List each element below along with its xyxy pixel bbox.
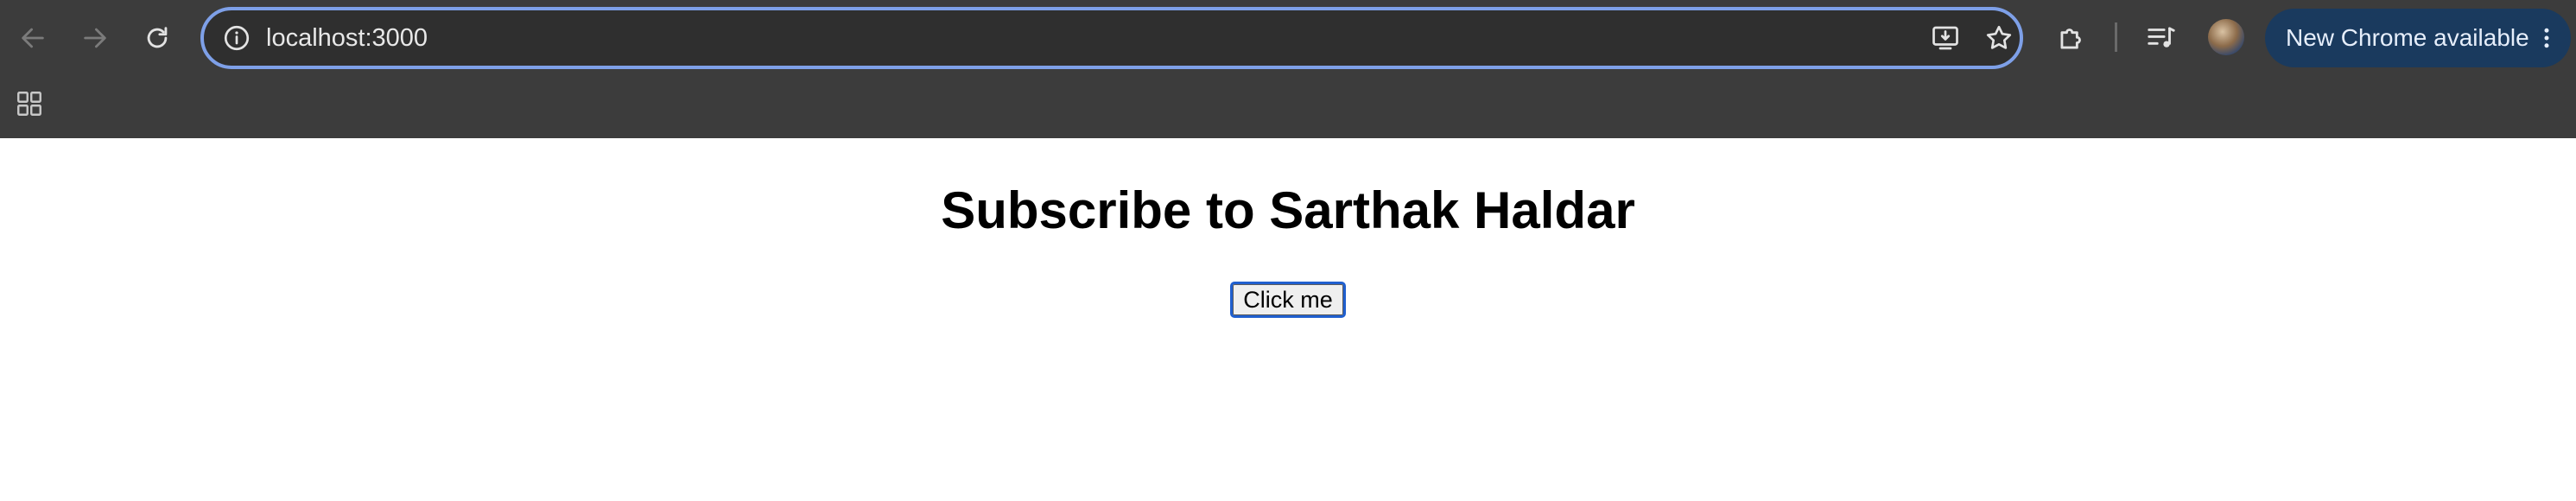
profile-avatar[interactable] [2208,19,2244,55]
extensions-puzzle-icon [2060,29,2081,49]
forward-button[interactable] [69,12,121,64]
click-me-button[interactable]: Click me [1230,282,1346,318]
address-bar[interactable]: localhost:3000 [200,7,2023,69]
back-arrow-icon [22,28,44,48]
media-controls-button[interactable] [2141,17,2182,59]
browser-chrome: localhost:3000 New Chrome available [0,0,2576,138]
browser-toolbar: localhost:3000 New Chrome available [0,0,2576,76]
back-button[interactable] [7,12,59,64]
media-controls-icon [2148,27,2175,48]
address-bar-url[interactable]: localhost:3000 [266,21,428,55]
site-info-icon[interactable] [221,22,252,54]
bookmark-star-icon [1986,25,2012,49]
reload-icon [147,27,168,48]
bookmarks-bar [0,76,2576,138]
extensions-button[interactable] [2051,17,2092,59]
page-title: Subscribe to Sarthak Haldar [941,181,1635,239]
kebab-menu-icon[interactable] [2535,21,2559,55]
install-app-button[interactable] [1928,21,1963,55]
toolbar-divider [2115,22,2117,52]
apps-grid-icon[interactable] [14,88,45,119]
page-content: Subscribe to Sarthak Haldar Click me [0,138,2576,501]
forward-arrow-icon [84,28,106,48]
bookmark-button[interactable] [1982,21,2016,55]
reload-button[interactable] [131,12,183,64]
update-chrome-label: New Chrome available [2286,24,2529,51]
install-app-icon [1932,26,1958,50]
update-chrome-button[interactable]: New Chrome available [2265,9,2571,67]
